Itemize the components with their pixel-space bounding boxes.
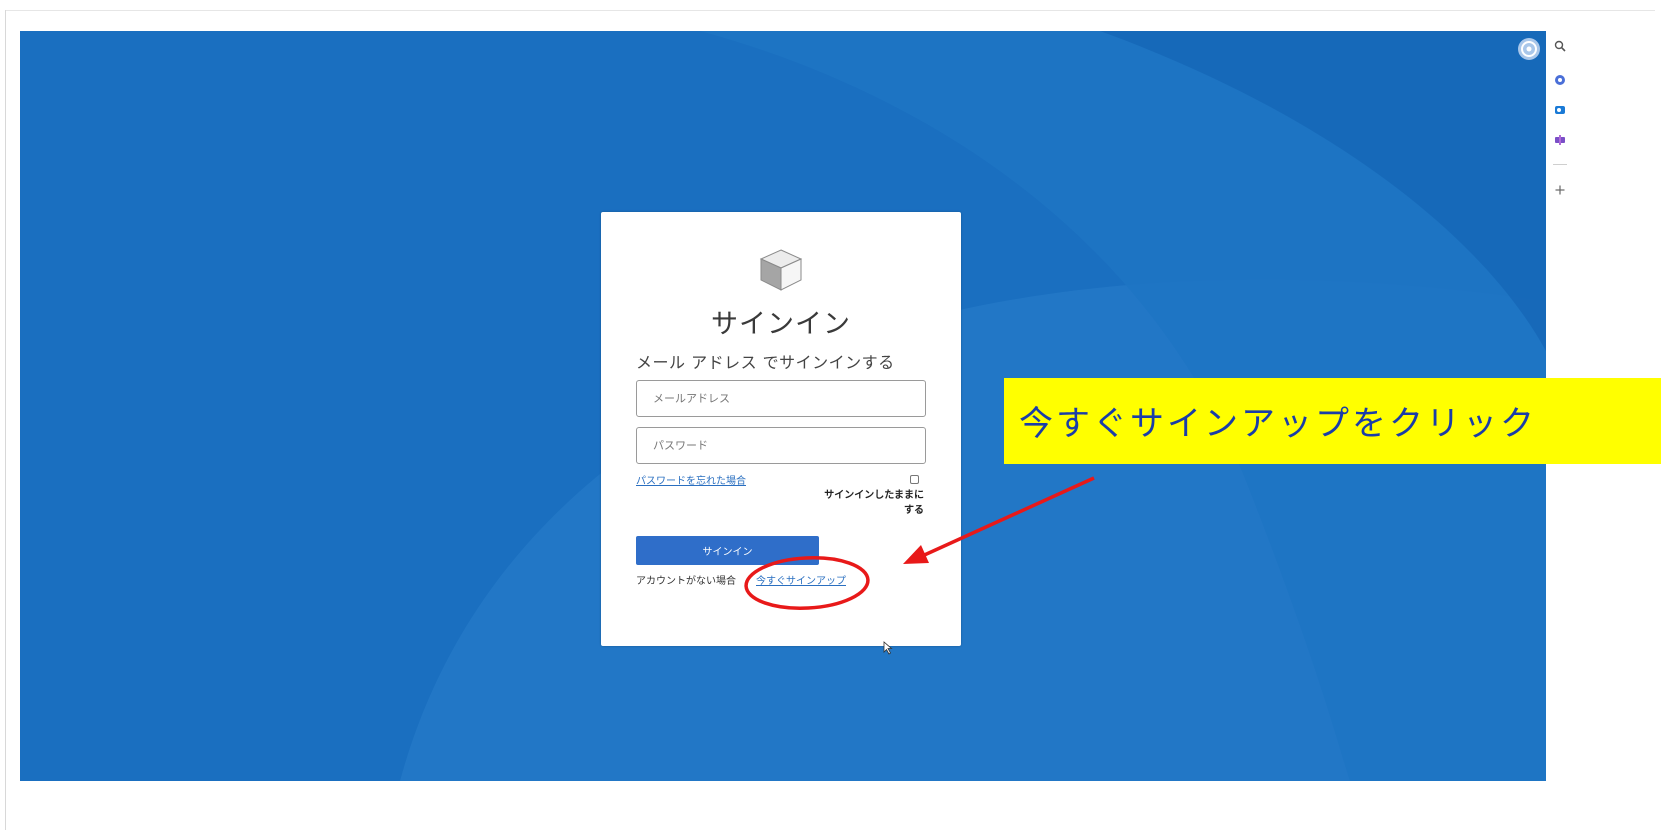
sidebar-divider bbox=[1553, 164, 1567, 165]
browser-extension-icon[interactable] bbox=[1517, 37, 1541, 61]
remember-me-line-2: する bbox=[904, 505, 924, 516]
copilot-icon[interactable] bbox=[1553, 73, 1567, 87]
signin-card: サインイン メール アドレス でサインインする パスワードを忘れた場合 サインイ… bbox=[601, 212, 961, 646]
tools-icon[interactable] bbox=[1553, 133, 1567, 147]
forgot-password-link[interactable]: パスワードを忘れた場合 bbox=[636, 472, 746, 487]
remember-me-checkbox[interactable] bbox=[910, 475, 919, 484]
remember-me-label: サインインしたままに する bbox=[796, 488, 924, 518]
remember-me-line-1: サインインしたままに bbox=[824, 490, 924, 501]
signin-subtitle: メール アドレス でサインインする bbox=[636, 353, 895, 372]
mouse-cursor-icon bbox=[883, 640, 893, 659]
cube-logo-icon bbox=[756, 247, 806, 293]
no-account-text: アカウントがない場合 bbox=[636, 576, 736, 587]
outlook-icon[interactable] bbox=[1553, 103, 1567, 117]
annotation-text: 今すぐサインアップをクリック bbox=[1019, 404, 1537, 444]
window-top-border bbox=[5, 10, 1655, 11]
search-icon[interactable] bbox=[1553, 39, 1567, 53]
add-icon[interactable] bbox=[1553, 183, 1567, 197]
email-field[interactable] bbox=[636, 380, 926, 417]
annotation-callout: 今すぐサインアップをクリック bbox=[1004, 378, 1661, 464]
signup-link[interactable]: 今すぐサインアップ bbox=[756, 572, 846, 587]
window-left-border bbox=[5, 10, 6, 830]
page-title: サインイン bbox=[711, 309, 851, 340]
password-field[interactable] bbox=[636, 427, 926, 464]
signin-button[interactable]: サインイン bbox=[636, 536, 819, 565]
screenshot: サインイン メール アドレス でサインインする パスワードを忘れた場合 サインイ… bbox=[0, 0, 1661, 837]
